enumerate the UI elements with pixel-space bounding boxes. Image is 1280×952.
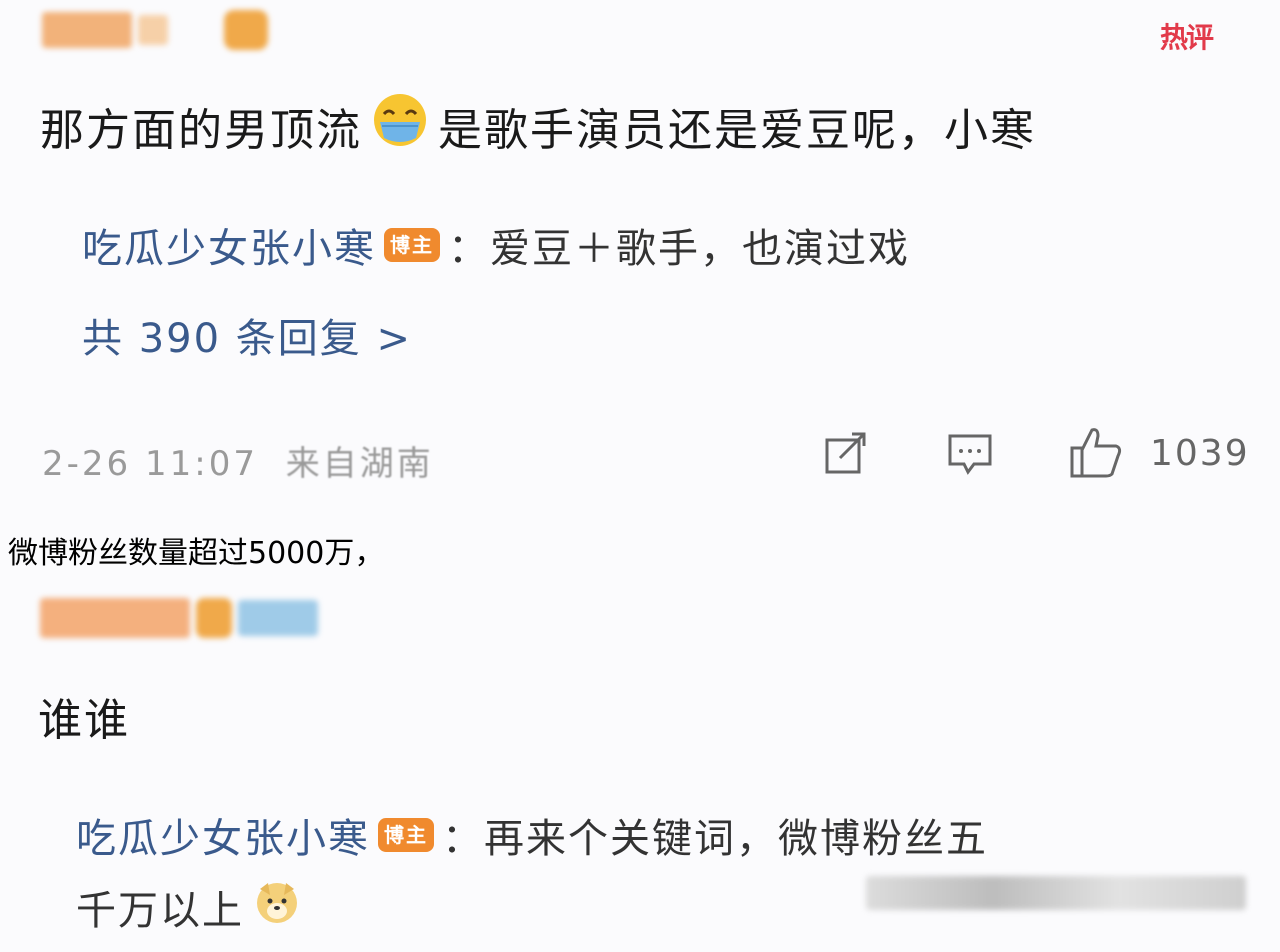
vip-badge-blurred [238, 600, 318, 636]
blurred-watermark [866, 876, 1246, 910]
comment2-text: 谁谁 [38, 695, 130, 746]
comment1-text-part2: 是歌手演员还是爱豆呢，小寒 [438, 104, 1036, 156]
share-icon [825, 432, 866, 474]
like-button[interactable]: 1039 [1068, 426, 1250, 480]
username-blurred [40, 598, 190, 638]
username-blurred [42, 12, 132, 48]
caption-text: 微博粉丝数量超过5000万， [8, 536, 385, 571]
share-button[interactable] [822, 430, 870, 482]
reply-author-link[interactable]: 吃瓜少女张小寒 [82, 216, 376, 274]
doge-icon [254, 879, 300, 935]
comment1-user-blurred[interactable] [42, 10, 268, 50]
blogger-badge: 博主 [378, 818, 434, 852]
more-replies-link[interactable]: 共 390 条回复 > [82, 306, 412, 364]
username-blurred-part [138, 15, 168, 45]
emoji-mask-icon [370, 92, 430, 159]
reply-content-line2: 千万以上 [76, 888, 244, 934]
reply-author-link[interactable]: 吃瓜少女张小寒 [76, 806, 370, 864]
comment1-text: 那方面的男顶流 是歌手演员还是爱豆呢，小寒 [40, 92, 1036, 159]
watermark-blurred [866, 876, 1246, 910]
comment2-reply-continued: 千万以上 [76, 878, 300, 936]
blogger-badge: 博主 [384, 228, 440, 262]
comment-button[interactable] [946, 430, 994, 482]
reply-content-line1: ：再来个关键词，微博粉丝五 [442, 816, 988, 862]
comment1-meta: 2-26 11:07 来自湖南 [42, 436, 434, 485]
comment1-reply: 吃瓜少女张小寒 博主 ：爱豆＋歌手，也演过戏 [82, 216, 910, 274]
source-location: 来自湖南 [285, 444, 434, 484]
comment1-text-part1: 那方面的男顶流 [40, 104, 362, 156]
timestamp: 2-26 11:07 [42, 444, 258, 484]
level-badge-blurred [224, 10, 268, 50]
comment2-user-blurred[interactable] [40, 598, 318, 638]
like-icon [1070, 428, 1122, 478]
hot-comment-badge: 热评 [1160, 21, 1214, 54]
comment-icon [948, 434, 992, 475]
comment2-reply: 吃瓜少女张小寒 博主 ：再来个关键词，微博粉丝五 [76, 806, 988, 864]
reply-content: ：爱豆＋歌手，也演过戏 [448, 226, 910, 272]
level-badge-blurred [196, 598, 232, 638]
like-count: 1039 [1150, 432, 1250, 474]
